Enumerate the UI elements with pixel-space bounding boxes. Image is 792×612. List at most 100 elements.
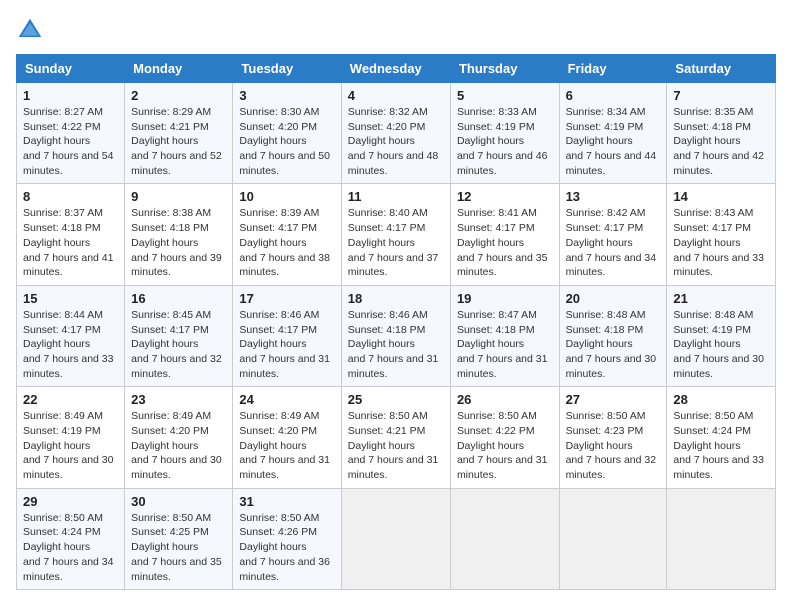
weekday-header-friday: Friday (559, 55, 667, 83)
calendar-cell: 7 Sunrise: 8:35 AM Sunset: 4:18 PM Dayli… (667, 83, 776, 184)
calendar-cell: 23 Sunrise: 8:49 AM Sunset: 4:20 PM Dayl… (125, 387, 233, 488)
day-detail: Sunrise: 8:48 AM Sunset: 4:19 PM Dayligh… (673, 308, 769, 381)
calendar-cell: 26 Sunrise: 8:50 AM Sunset: 4:22 PM Dayl… (450, 387, 559, 488)
day-detail: Sunrise: 8:47 AM Sunset: 4:18 PM Dayligh… (457, 308, 553, 381)
day-number: 19 (457, 291, 553, 306)
day-detail: Sunrise: 8:41 AM Sunset: 4:17 PM Dayligh… (457, 206, 553, 279)
day-detail: Sunrise: 8:50 AM Sunset: 4:22 PM Dayligh… (457, 409, 553, 482)
weekday-header-monday: Monday (125, 55, 233, 83)
calendar-cell: 10 Sunrise: 8:39 AM Sunset: 4:17 PM Dayl… (233, 184, 341, 285)
day-number: 16 (131, 291, 226, 306)
calendar-cell: 6 Sunrise: 8:34 AM Sunset: 4:19 PM Dayli… (559, 83, 667, 184)
day-detail: Sunrise: 8:48 AM Sunset: 4:18 PM Dayligh… (566, 308, 661, 381)
calendar-header-row: SundayMondayTuesdayWednesdayThursdayFrid… (17, 55, 776, 83)
calendar-cell: 14 Sunrise: 8:43 AM Sunset: 4:17 PM Dayl… (667, 184, 776, 285)
day-detail: Sunrise: 8:44 AM Sunset: 4:17 PM Dayligh… (23, 308, 118, 381)
calendar-cell: 16 Sunrise: 8:45 AM Sunset: 4:17 PM Dayl… (125, 285, 233, 386)
calendar-cell (559, 488, 667, 589)
calendar-cell: 4 Sunrise: 8:32 AM Sunset: 4:20 PM Dayli… (341, 83, 450, 184)
day-detail: Sunrise: 8:50 AM Sunset: 4:24 PM Dayligh… (23, 511, 118, 584)
calendar-cell: 8 Sunrise: 8:37 AM Sunset: 4:18 PM Dayli… (17, 184, 125, 285)
calendar-cell: 13 Sunrise: 8:42 AM Sunset: 4:17 PM Dayl… (559, 184, 667, 285)
calendar-cell: 15 Sunrise: 8:44 AM Sunset: 4:17 PM Dayl… (17, 285, 125, 386)
calendar-cell: 30 Sunrise: 8:50 AM Sunset: 4:25 PM Dayl… (125, 488, 233, 589)
calendar-cell: 2 Sunrise: 8:29 AM Sunset: 4:21 PM Dayli… (125, 83, 233, 184)
calendar-week-3: 15 Sunrise: 8:44 AM Sunset: 4:17 PM Dayl… (17, 285, 776, 386)
day-number: 1 (23, 88, 118, 103)
calendar-week-5: 29 Sunrise: 8:50 AM Sunset: 4:24 PM Dayl… (17, 488, 776, 589)
day-detail: Sunrise: 8:42 AM Sunset: 4:17 PM Dayligh… (566, 206, 661, 279)
calendar-cell: 1 Sunrise: 8:27 AM Sunset: 4:22 PM Dayli… (17, 83, 125, 184)
calendar-cell: 25 Sunrise: 8:50 AM Sunset: 4:21 PM Dayl… (341, 387, 450, 488)
day-detail: Sunrise: 8:45 AM Sunset: 4:17 PM Dayligh… (131, 308, 226, 381)
day-number: 21 (673, 291, 769, 306)
day-detail: Sunrise: 8:37 AM Sunset: 4:18 PM Dayligh… (23, 206, 118, 279)
calendar-cell: 3 Sunrise: 8:30 AM Sunset: 4:20 PM Dayli… (233, 83, 341, 184)
day-detail: Sunrise: 8:43 AM Sunset: 4:17 PM Dayligh… (673, 206, 769, 279)
day-detail: Sunrise: 8:32 AM Sunset: 4:20 PM Dayligh… (348, 105, 444, 178)
calendar-cell: 9 Sunrise: 8:38 AM Sunset: 4:18 PM Dayli… (125, 184, 233, 285)
calendar-cell: 31 Sunrise: 8:50 AM Sunset: 4:26 PM Dayl… (233, 488, 341, 589)
calendar-cell: 5 Sunrise: 8:33 AM Sunset: 4:19 PM Dayli… (450, 83, 559, 184)
day-number: 15 (23, 291, 118, 306)
weekday-header-sunday: Sunday (17, 55, 125, 83)
day-number: 6 (566, 88, 661, 103)
day-detail: Sunrise: 8:46 AM Sunset: 4:18 PM Dayligh… (348, 308, 444, 381)
weekday-header-thursday: Thursday (450, 55, 559, 83)
calendar-cell: 11 Sunrise: 8:40 AM Sunset: 4:17 PM Dayl… (341, 184, 450, 285)
calendar-cell (341, 488, 450, 589)
day-number: 14 (673, 189, 769, 204)
day-detail: Sunrise: 8:50 AM Sunset: 4:24 PM Dayligh… (673, 409, 769, 482)
calendar-cell: 19 Sunrise: 8:47 AM Sunset: 4:18 PM Dayl… (450, 285, 559, 386)
day-number: 12 (457, 189, 553, 204)
day-number: 17 (239, 291, 334, 306)
weekday-header-saturday: Saturday (667, 55, 776, 83)
day-detail: Sunrise: 8:34 AM Sunset: 4:19 PM Dayligh… (566, 105, 661, 178)
calendar-week-1: 1 Sunrise: 8:27 AM Sunset: 4:22 PM Dayli… (17, 83, 776, 184)
day-number: 25 (348, 392, 444, 407)
day-number: 5 (457, 88, 553, 103)
day-number: 13 (566, 189, 661, 204)
weekday-header-tuesday: Tuesday (233, 55, 341, 83)
day-number: 24 (239, 392, 334, 407)
day-detail: Sunrise: 8:30 AM Sunset: 4:20 PM Dayligh… (239, 105, 334, 178)
day-detail: Sunrise: 8:27 AM Sunset: 4:22 PM Dayligh… (23, 105, 118, 178)
day-detail: Sunrise: 8:50 AM Sunset: 4:25 PM Dayligh… (131, 511, 226, 584)
day-number: 22 (23, 392, 118, 407)
page-header (16, 16, 776, 44)
calendar-cell: 24 Sunrise: 8:49 AM Sunset: 4:20 PM Dayl… (233, 387, 341, 488)
day-number: 3 (239, 88, 334, 103)
day-number: 27 (566, 392, 661, 407)
day-number: 8 (23, 189, 118, 204)
day-detail: Sunrise: 8:46 AM Sunset: 4:17 PM Dayligh… (239, 308, 334, 381)
day-number: 26 (457, 392, 553, 407)
day-number: 31 (239, 494, 334, 509)
day-detail: Sunrise: 8:50 AM Sunset: 4:21 PM Dayligh… (348, 409, 444, 482)
calendar-cell: 12 Sunrise: 8:41 AM Sunset: 4:17 PM Dayl… (450, 184, 559, 285)
day-number: 28 (673, 392, 769, 407)
logo-icon (16, 16, 44, 44)
day-detail: Sunrise: 8:49 AM Sunset: 4:20 PM Dayligh… (239, 409, 334, 482)
calendar-cell: 21 Sunrise: 8:48 AM Sunset: 4:19 PM Dayl… (667, 285, 776, 386)
day-detail: Sunrise: 8:35 AM Sunset: 4:18 PM Dayligh… (673, 105, 769, 178)
day-number: 30 (131, 494, 226, 509)
day-number: 10 (239, 189, 334, 204)
calendar-cell: 20 Sunrise: 8:48 AM Sunset: 4:18 PM Dayl… (559, 285, 667, 386)
calendar-cell (450, 488, 559, 589)
day-detail: Sunrise: 8:40 AM Sunset: 4:17 PM Dayligh… (348, 206, 444, 279)
calendar-cell: 22 Sunrise: 8:49 AM Sunset: 4:19 PM Dayl… (17, 387, 125, 488)
logo (16, 16, 48, 44)
calendar-cell: 17 Sunrise: 8:46 AM Sunset: 4:17 PM Dayl… (233, 285, 341, 386)
calendar-cell (667, 488, 776, 589)
day-number: 11 (348, 189, 444, 204)
day-detail: Sunrise: 8:50 AM Sunset: 4:23 PM Dayligh… (566, 409, 661, 482)
calendar-cell: 29 Sunrise: 8:50 AM Sunset: 4:24 PM Dayl… (17, 488, 125, 589)
day-number: 20 (566, 291, 661, 306)
day-number: 7 (673, 88, 769, 103)
day-detail: Sunrise: 8:33 AM Sunset: 4:19 PM Dayligh… (457, 105, 553, 178)
day-number: 4 (348, 88, 444, 103)
calendar-week-2: 8 Sunrise: 8:37 AM Sunset: 4:18 PM Dayli… (17, 184, 776, 285)
calendar-table: SundayMondayTuesdayWednesdayThursdayFrid… (16, 54, 776, 590)
day-number: 9 (131, 189, 226, 204)
day-detail: Sunrise: 8:50 AM Sunset: 4:26 PM Dayligh… (239, 511, 334, 584)
